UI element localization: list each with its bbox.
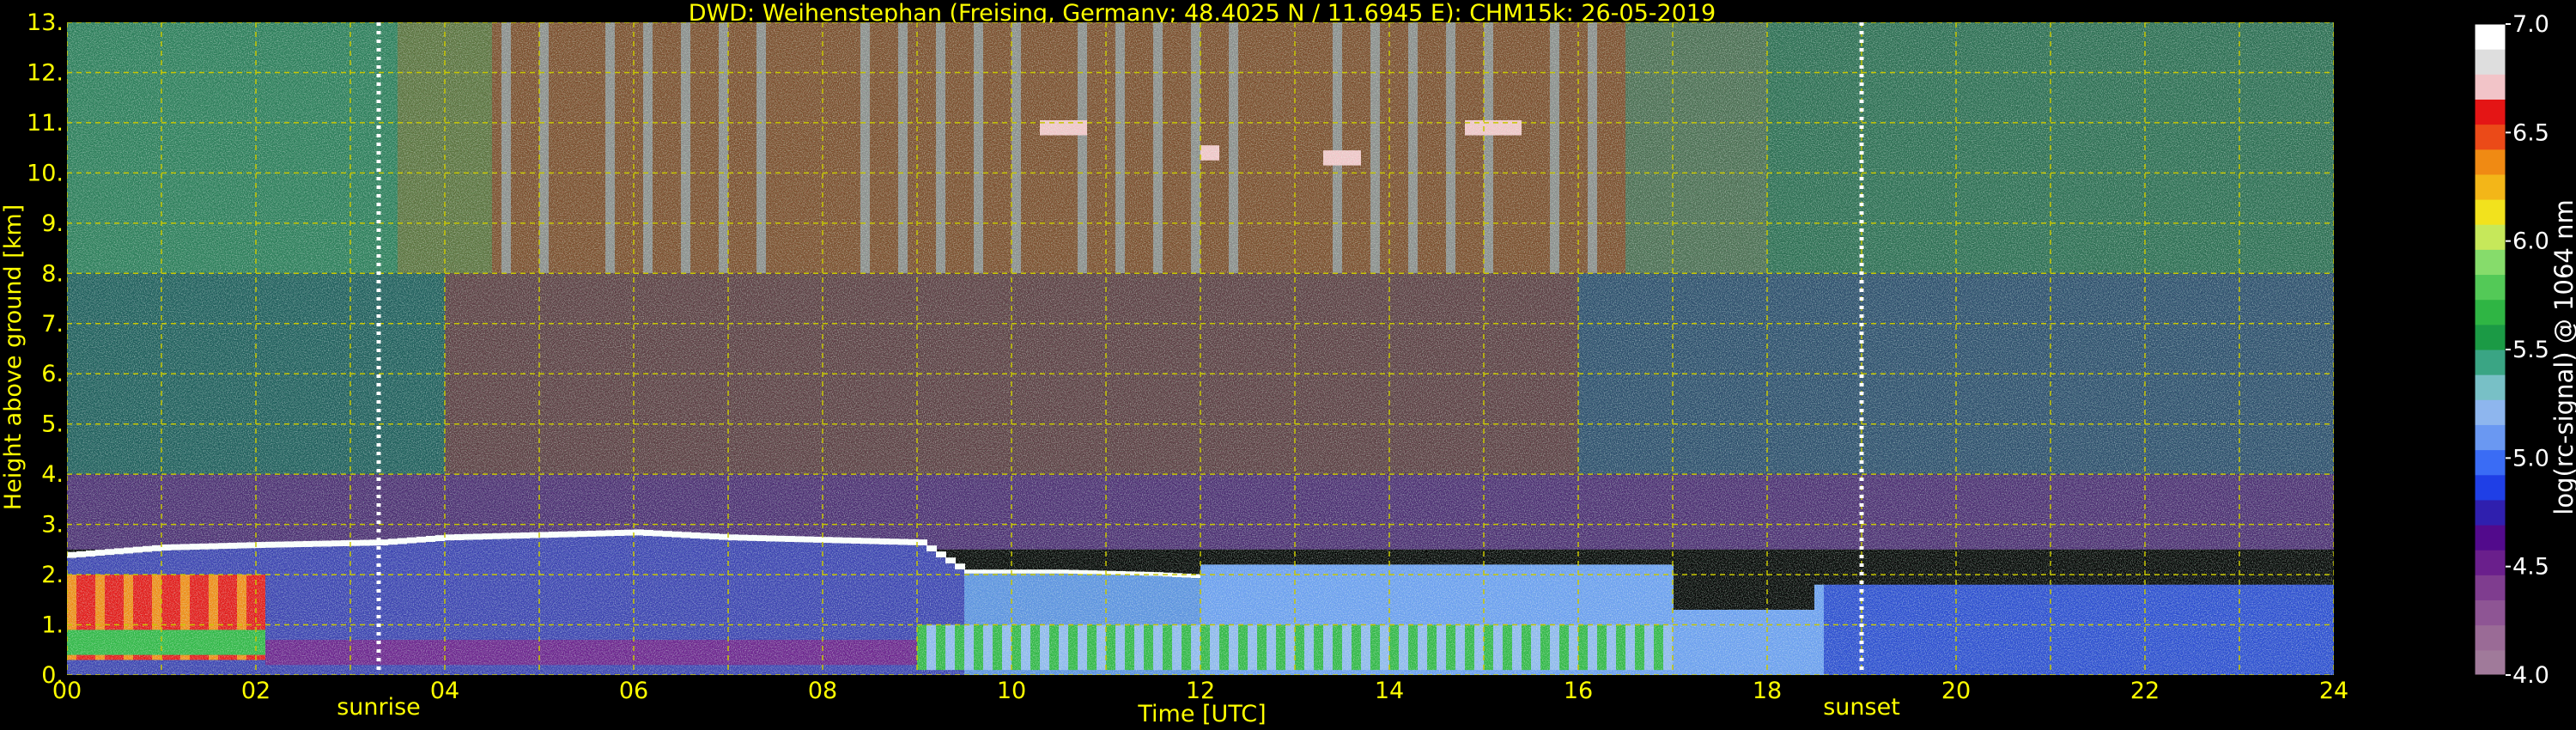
colorbar-tick-label: 6.5	[2512, 119, 2549, 146]
y-tick-label: 8.	[41, 260, 64, 287]
colorbar-segment	[2475, 149, 2506, 175]
x-tick-label: 22	[2130, 678, 2160, 704]
x-tick-label: 00	[52, 678, 82, 704]
colorbar-segment	[2475, 74, 2506, 100]
x-axis-label: Time [UTC]	[1137, 701, 1266, 727]
y-tick-label: 4.	[41, 461, 64, 488]
y-tick-label: 1.	[41, 612, 64, 639]
x-tick-label: 10	[997, 678, 1026, 704]
x-tick-label: 20	[1941, 678, 1971, 704]
colorbar-segment	[2475, 424, 2506, 451]
colorbar-segment	[2475, 350, 2506, 375]
colorbar-segment	[2475, 550, 2506, 575]
colorbar-segment	[2475, 499, 2506, 526]
colorbar-segment	[2475, 649, 2506, 676]
x-tick-label: 04	[430, 678, 459, 704]
colorbar-segment	[2475, 124, 2506, 150]
ceilometer-chart: DWD: Weihenstephan (Freising, Germany; 4…	[0, 0, 2576, 727]
colorbar-segment	[2475, 49, 2506, 75]
colorbar-tick-label: 5.5	[2512, 337, 2549, 363]
y-tick-label: 2.	[41, 562, 64, 588]
colorbar-segment	[2475, 374, 2506, 400]
colorbar-segment	[2475, 474, 2506, 501]
colorbar-segment	[2475, 224, 2506, 250]
colorbar-tick-label: 6.0	[2512, 228, 2549, 255]
x-tick-label: 14	[1375, 678, 1404, 704]
sunrise-label: sunrise	[337, 694, 421, 721]
x-tick-label: 24	[2319, 678, 2348, 704]
colorbar-segment	[2475, 525, 2506, 551]
colorbar-label: log(rc-signal) @ 1064 nm	[2549, 199, 2576, 514]
colorbar-segment	[2475, 449, 2506, 476]
y-tick-label: 9.	[41, 210, 64, 237]
y-tick-label: 10.	[27, 160, 64, 186]
y-tick-label: 7.	[41, 311, 64, 338]
colorbar-segment	[2475, 274, 2506, 301]
x-tick-label: 18	[1753, 678, 1782, 704]
colorbar-segment	[2475, 299, 2506, 325]
y-tick-label: 6.	[41, 361, 64, 387]
sunset-label: sunset	[1823, 694, 1900, 721]
colorbar-tick-label: 4.5	[2512, 554, 2549, 581]
colorbar-segment	[2475, 399, 2506, 425]
colorbar-tick-label: 5.0	[2512, 445, 2549, 471]
y-axis-label: Height above ground [km]	[0, 204, 27, 510]
colorbar-segment	[2475, 99, 2506, 125]
colorbar-tick-label: 7.0	[2512, 11, 2549, 38]
x-tick-label: 02	[241, 678, 270, 704]
colorbar-tick-label: 4.0	[2512, 662, 2549, 689]
plot-area	[67, 22, 2334, 675]
y-tick-label: 11.	[27, 110, 64, 137]
colorbar-segment	[2475, 199, 2506, 225]
y-tick-label: 13.	[27, 9, 64, 36]
colorbar-segment	[2475, 173, 2506, 200]
y-tick-label: 3.	[41, 512, 64, 538]
y-tick-label: 12.	[27, 59, 64, 86]
colorbar-segment	[2475, 599, 2506, 626]
colorbar-segment	[2475, 249, 2506, 276]
colorbar-segment	[2475, 24, 2506, 50]
colorbar-segment	[2475, 575, 2506, 601]
y-axis-ticks: 0.1.2.3.4.5.6.7.8.9.10.11.12.13.	[27, 9, 64, 689]
x-tick-label: 16	[1564, 678, 1593, 704]
colorbar-segment	[2475, 624, 2506, 651]
x-tick-label: 06	[619, 678, 648, 704]
colorbar: 4.0 4.5 5.0 5.5 6.0 6.5 7.0	[2474, 11, 2549, 689]
colorbar-segment	[2475, 324, 2506, 350]
x-tick-label: 08	[808, 678, 837, 704]
y-tick-label: 5.	[41, 411, 64, 438]
